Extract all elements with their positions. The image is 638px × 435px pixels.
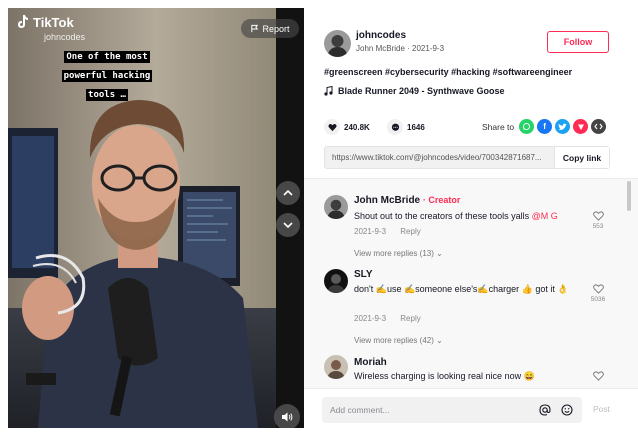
video-url[interactable]: https://www.tiktok.com/@johncodes/video/…: [325, 153, 554, 162]
heart-icon: [324, 119, 340, 135]
share-label: Share to: [482, 121, 515, 132]
share-row: Share to f: [482, 119, 607, 134]
tiktok-logo: TikTok: [14, 14, 74, 30]
comment-author-name: SLY: [354, 269, 373, 280]
report-button[interactable]: Report: [241, 19, 299, 38]
author-username[interactable]: johncodes: [356, 30, 406, 41]
comment-meta: 2021-9-3 Reply: [354, 314, 421, 323]
comment-author[interactable]: SLY: [354, 269, 373, 280]
comment-author-name: Moriah: [354, 357, 387, 368]
comment-author-name: John McBride: [354, 195, 421, 206]
comment-date: 2021-9-3: [354, 227, 387, 236]
pinterest-icon[interactable]: [573, 119, 589, 134]
music-note-icon: [324, 86, 333, 96]
comment-mention[interactable]: @M G: [532, 211, 558, 221]
comment-input-box: [322, 397, 582, 423]
comment-like-button[interactable]: 5036: [591, 284, 605, 303]
embed-icon[interactable]: [591, 119, 607, 134]
twitter-icon[interactable]: [555, 119, 571, 134]
heart-outline-icon: [592, 284, 604, 294]
heart-outline-icon: [592, 371, 604, 381]
comment-like-button[interactable]: [591, 371, 605, 381]
comment-input[interactable]: [322, 405, 538, 415]
post-comment-button[interactable]: Post: [593, 404, 610, 414]
chevron-down-icon: [283, 222, 293, 229]
view-more-label: View more replies (42): [354, 336, 434, 345]
comment-author[interactable]: Moriah: [354, 357, 387, 368]
comment-like-button[interactable]: 553: [591, 211, 605, 230]
copy-link-button[interactable]: Copy link: [554, 147, 609, 168]
creator-badge: · Creator: [422, 195, 461, 205]
emoji-icon[interactable]: [560, 403, 574, 417]
view-more-label: View more replies (13): [354, 249, 434, 258]
chevron-up-icon: [283, 189, 293, 196]
share-link-box: https://www.tiktok.com/@johncodes/video/…: [324, 146, 610, 169]
facebook-icon[interactable]: f: [537, 119, 553, 134]
comment-composer: Post: [304, 388, 638, 435]
next-video-button[interactable]: [276, 213, 300, 237]
comment-body: Shout out to the creators of these tools…: [354, 211, 532, 221]
previous-video-button[interactable]: [276, 181, 300, 205]
view-more-replies[interactable]: View more replies (42) ⌄: [354, 336, 443, 345]
comment-like-count: 553: [592, 223, 604, 230]
comment-icon: [387, 119, 403, 135]
heart-outline-icon: [592, 211, 604, 221]
comment-meta: 2021-9-3 Reply: [354, 227, 421, 236]
like-count: 240.8K: [344, 122, 370, 132]
follow-button[interactable]: Follow: [547, 31, 609, 53]
comment-count: 1646: [407, 122, 425, 132]
comment-text: Wireless charging is looking real nice n…: [354, 371, 535, 381]
reply-button[interactable]: Reply: [400, 227, 420, 236]
report-label: Report: [262, 23, 290, 34]
video-caption: One of the most powerful hacking tools …: [50, 46, 164, 103]
comment-text: don't ✍️use ✍️someone else's✍️charger 👍 …: [354, 284, 569, 294]
chevron-down-icon: ⌄: [436, 249, 443, 258]
comment-avatar[interactable]: [324, 195, 348, 219]
comment-button[interactable]: 1646: [387, 119, 425, 135]
tiktok-logo-icon: [18, 15, 28, 28]
music-link[interactable]: Blade Runner 2049 - Synthwave Goose: [324, 86, 505, 96]
comments-scrollbar[interactable]: [627, 181, 631, 211]
caption-text: One of the most powerful hacking tools …: [61, 51, 153, 101]
comment-avatar[interactable]: [324, 355, 348, 379]
video-hashtags[interactable]: #greenscreen #cybersecurity #hacking #so…: [324, 67, 572, 77]
view-more-replies[interactable]: View more replies (13) ⌄: [354, 249, 443, 258]
details-panel: johncodes John McBride · 2021-9-3 Follow…: [304, 0, 638, 435]
author-avatar[interactable]: [324, 30, 351, 57]
reply-button[interactable]: Reply: [400, 314, 420, 323]
author-meta: John McBride · 2021-9-3: [356, 44, 445, 53]
flag-icon: [251, 24, 259, 33]
comment-author[interactable]: John McBride · Creator: [354, 195, 460, 206]
comment-date: 2021-9-3: [354, 314, 387, 323]
watermark-handle: johncodes: [44, 32, 86, 42]
comment-text: Shout out to the creators of these tools…: [354, 210, 558, 223]
tiktok-brand-label: TikTok: [33, 14, 74, 30]
tiktok-video-page: TikTok johncodes Report One of the most …: [0, 0, 638, 435]
speaker-icon: [282, 412, 293, 422]
music-title: Blade Runner 2049 - Synthwave Goose: [338, 86, 505, 96]
comment-like-count: 5036: [590, 296, 606, 303]
like-button[interactable]: 240.8K: [324, 119, 370, 135]
whatsapp-icon[interactable]: [519, 119, 535, 134]
mute-toggle-button[interactable]: [274, 404, 300, 428]
comments-list[interactable]: John McBride · Creator Shout out to the …: [304, 178, 638, 388]
chevron-down-icon: ⌄: [436, 336, 443, 345]
at-icon[interactable]: [538, 403, 552, 417]
comment-avatar[interactable]: [324, 269, 348, 293]
video-player[interactable]: TikTok johncodes Report One of the most …: [8, 8, 304, 428]
